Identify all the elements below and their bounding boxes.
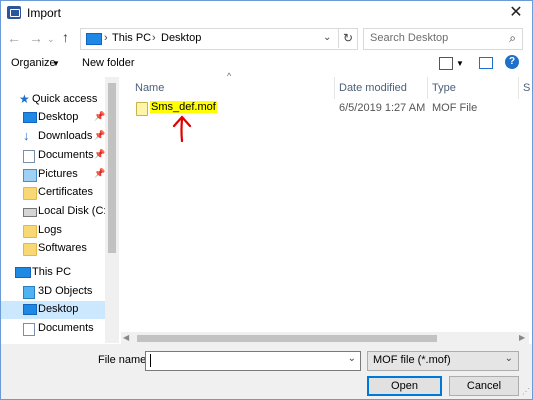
nav-3d-objects[interactable]: 3D Objects: [1, 283, 105, 301]
nav-documents-pc[interactable]: Documents: [1, 320, 105, 338]
desktop-icon: [23, 112, 37, 123]
pin-icon: 📌: [94, 168, 106, 178]
nav-certificates[interactable]: Certificates: [1, 184, 105, 202]
annotation-arrow: [172, 115, 192, 143]
file-name-dropdown-icon[interactable]: ⌄: [348, 353, 356, 364]
nav-quick-access[interactable]: ★ Quick access: [1, 91, 105, 109]
column-header-type[interactable]: Type: [432, 82, 456, 94]
download-icon: ↓: [23, 128, 30, 143]
breadcrumb-this-pc[interactable]: This PC: [112, 32, 151, 44]
open-button[interactable]: Open: [367, 376, 442, 396]
organize-dropdown-icon[interactable]: ▼: [52, 59, 60, 68]
column-separator[interactable]: [427, 77, 428, 99]
pin-icon: 📌: [94, 149, 106, 159]
breadcrumb-chevron-icon[interactable]: ›: [152, 32, 156, 44]
file-date: 6/5/2019 1:27 AM: [339, 102, 426, 114]
text-cursor: [150, 354, 151, 367]
view-options-dropdown-icon[interactable]: ▼: [456, 59, 464, 68]
search-placeholder: Search Desktop: [370, 32, 449, 44]
column-header-name[interactable]: Name: [135, 82, 164, 94]
window-title: Import: [27, 6, 62, 20]
document-icon: [23, 150, 35, 163]
column-separator[interactable]: [518, 77, 519, 99]
scroll-left-icon[interactable]: ◀: [123, 333, 129, 342]
cancel-button[interactable]: Cancel: [449, 376, 519, 396]
search-icon[interactable]: ⌕: [509, 31, 516, 46]
close-button[interactable]: ✕: [505, 3, 527, 23]
preview-pane-icon[interactable]: [479, 57, 493, 69]
new-folder-button[interactable]: New folder: [82, 57, 135, 69]
title-bar: Import ✕: [1, 1, 532, 25]
nav-pictures[interactable]: Pictures 📌: [1, 166, 105, 184]
back-arrow-icon[interactable]: ←: [7, 30, 21, 46]
filter-dropdown-icon[interactable]: ⌄: [505, 353, 513, 364]
help-icon[interactable]: ?: [505, 55, 519, 69]
up-arrow-icon[interactable]: ↑: [62, 29, 69, 45]
nav-softwares[interactable]: Softwares: [1, 240, 105, 258]
column-separator[interactable]: [334, 77, 335, 99]
disk-icon: [23, 208, 37, 217]
file-icon: [136, 102, 148, 116]
star-icon: ★: [19, 92, 30, 106]
breadcrumb-desktop[interactable]: Desktop: [161, 32, 201, 44]
pictures-icon: [23, 169, 37, 182]
file-name-input[interactable]: ⌄: [145, 351, 361, 371]
breadcrumb-chevron-icon[interactable]: ›: [104, 32, 108, 44]
file-type: MOF File: [432, 102, 478, 114]
file-type-filter-value: MOF file (*.mof): [373, 354, 451, 366]
document-icon: [23, 323, 35, 336]
refresh-icon: ↻: [342, 31, 354, 45]
nav-documents[interactable]: Documents 📌: [1, 147, 105, 165]
nav-logs[interactable]: Logs: [1, 222, 105, 240]
import-dialog: Import ✕ ← → ⌄ ↑ › This PC › Desktop ⌄ ↻…: [0, 0, 533, 400]
navigation-pane: ★ Quick access Desktop 📌 ↓ Downloads 📌 D…: [1, 77, 119, 343]
folder-icon: [23, 225, 37, 238]
sort-ascending-icon: ^: [227, 71, 232, 81]
scroll-right-icon[interactable]: ▶: [519, 333, 525, 342]
forward-arrow-icon[interactable]: →: [29, 30, 43, 46]
search-box[interactable]: Search Desktop ⌕: [363, 28, 523, 50]
this-pc-icon: [86, 33, 102, 45]
column-header-size[interactable]: S: [523, 82, 530, 94]
nav-desktop-selected[interactable]: Desktop: [1, 301, 105, 319]
nav-downloads[interactable]: ↓ Downloads 📌: [1, 128, 105, 146]
recent-locations-chevron-icon[interactable]: ⌄: [47, 31, 55, 47]
resize-grip-icon[interactable]: ⋰: [522, 387, 530, 396]
folder-icon: [23, 243, 37, 256]
pin-icon: 📌: [94, 111, 106, 121]
column-header-date[interactable]: Date modified: [339, 82, 407, 94]
pin-icon: 📌: [94, 130, 106, 140]
organize-menu[interactable]: Organize: [11, 57, 56, 69]
nav-local-disk[interactable]: Local Disk (C:): [1, 203, 110, 221]
desktop-icon: [23, 304, 37, 315]
nav-this-pc[interactable]: This PC: [1, 264, 105, 282]
nav-desktop[interactable]: Desktop 📌: [1, 109, 105, 127]
address-bar[interactable]: › This PC › Desktop ⌄: [80, 28, 358, 50]
3d-objects-icon: [23, 286, 35, 299]
command-bar: Organize ▼ New folder ▼ ?: [1, 51, 532, 75]
file-list-hscrollbar-thumb[interactable]: [137, 335, 437, 342]
view-options-icon[interactable]: [439, 57, 453, 70]
refresh-button[interactable]: ↻: [338, 28, 357, 48]
file-name: Sms_def.mof: [150, 101, 217, 113]
file-name-label: File name:: [98, 354, 150, 366]
app-icon: [7, 6, 21, 19]
file-type-filter[interactable]: MOF file (*.mof) ⌄: [367, 351, 519, 371]
address-dropdown-icon[interactable]: ⌄: [323, 32, 331, 43]
folder-icon: [23, 187, 37, 200]
pc-icon: [15, 267, 31, 278]
nav-scrollbar-thumb[interactable]: [108, 83, 116, 253]
